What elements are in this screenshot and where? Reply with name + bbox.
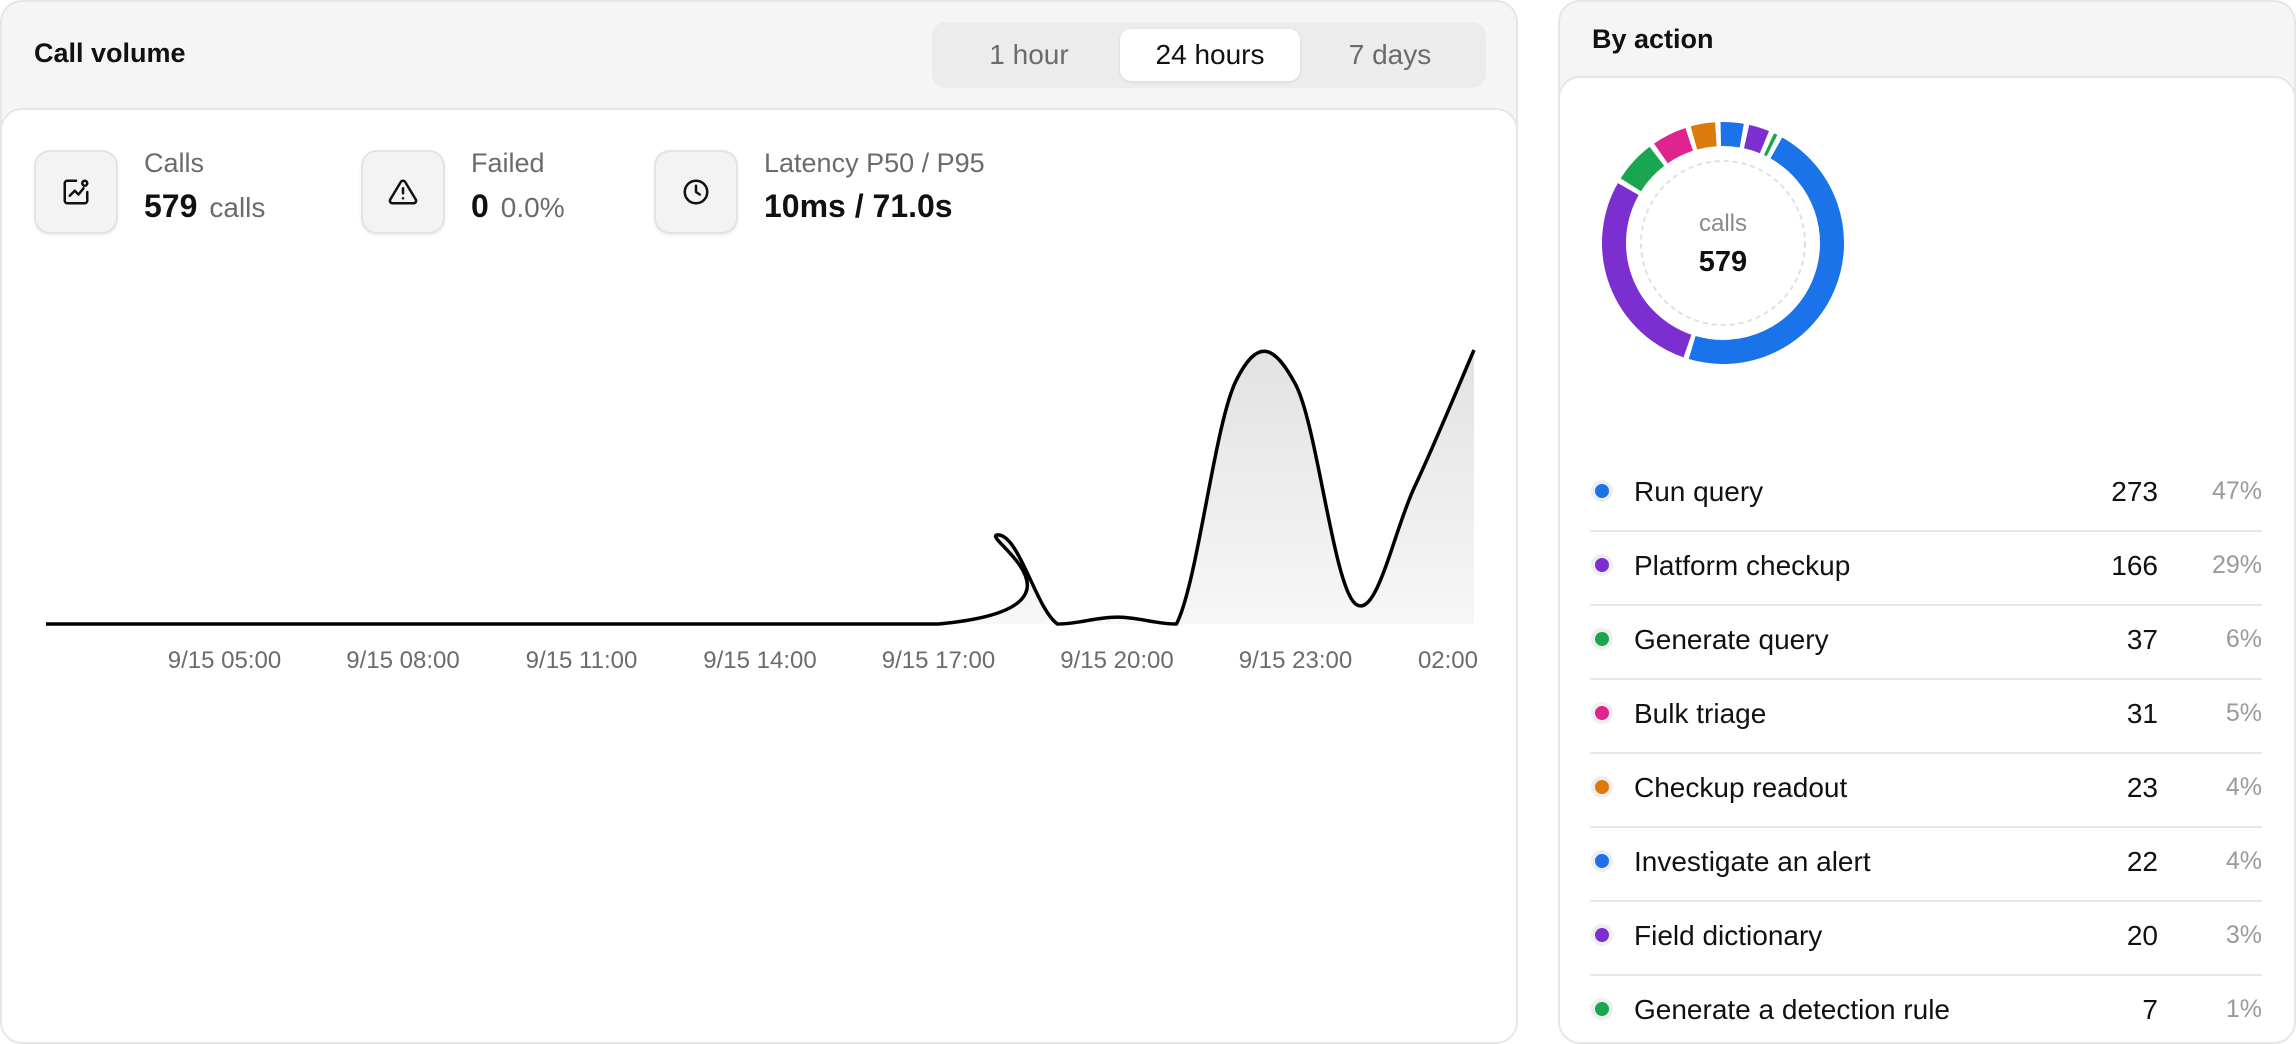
- x-tick-label: 02:00: [1418, 647, 1478, 674]
- by-action-header: By action: [1560, 2, 2294, 76]
- legend-color-dot: [1591, 628, 1613, 650]
- x-tick-label: 9/15 05:00: [168, 647, 281, 674]
- legend-item-label: Run query: [1634, 476, 1764, 507]
- legend-item-percent: 4%: [2225, 847, 2262, 875]
- calls-area-fill: [46, 350, 1474, 624]
- range-7-days-button[interactable]: 7 days: [1300, 29, 1480, 81]
- legend-color-dot: [1591, 480, 1613, 502]
- legend-item[interactable]: Generate query 37 6%: [1590, 606, 2262, 680]
- x-tick-label: 9/15 14:00: [703, 647, 816, 674]
- legend-item-label: Field dictionary: [1634, 920, 1823, 951]
- legend-item-percent: 6%: [2225, 625, 2262, 653]
- call-volume-chart: 9/15 05:00 9/15 08:00 9/15 11:00 9/15 14:00…: [45, 349, 1478, 674]
- legend-item[interactable]: Platform checkup 166 29%: [1590, 532, 2262, 606]
- range-24-hours-button[interactable]: 24 hours: [1120, 29, 1300, 81]
- donut-slice[interactable]: [1743, 124, 1770, 154]
- action-legend: Run query 273 47% Platform checkup 166 29% Gen…: [1590, 458, 2262, 1042]
- legend-item-label: Generate a detection rule: [1634, 994, 1950, 1025]
- call-volume-body: Calls 579 calls Failed 0 0.0% Latency P5…: [2, 108, 1516, 1042]
- action-donut-chart: calls 579: [1598, 118, 1848, 368]
- legend-item-count: 7: [2142, 994, 2158, 1025]
- donut-center-label: calls: [1698, 210, 1747, 237]
- legend-color-dot: [1591, 924, 1613, 946]
- legend-item-count: 166: [2111, 550, 2158, 581]
- by-action-panel: By action calls 579 Run query 273 47% Platf…: [1558, 0, 2296, 1044]
- legend-item[interactable]: Investigate an alert 22 4%: [1590, 828, 2262, 902]
- x-tick-label: 9/15 20:00: [1060, 647, 1173, 674]
- legend-item-label: Platform checkup: [1634, 550, 1851, 581]
- legend-item[interactable]: Checkup readout 23 4%: [1590, 754, 2262, 828]
- donut-slice[interactable]: [1654, 127, 1694, 164]
- donut-slice[interactable]: [1763, 133, 1778, 157]
- legend-item[interactable]: Bulk triage 31 5%: [1590, 680, 2262, 754]
- legend-item-percent: 4%: [2225, 773, 2262, 801]
- legend-item-label: Investigate an alert: [1634, 846, 1871, 877]
- donut-inner-ring: [1640, 160, 1806, 326]
- by-action-body: calls 579 Run query 273 47% Platform checku…: [1560, 76, 2294, 1042]
- legend-item-count: 37: [2126, 624, 2158, 655]
- legend-item-count: 273: [2111, 476, 2158, 507]
- range-1-hour-button[interactable]: 1 hour: [938, 29, 1120, 81]
- by-action-title: By action: [1592, 24, 1714, 54]
- legend-color-dot: [1591, 776, 1613, 798]
- legend-color-dot: [1591, 998, 1613, 1020]
- legend-item-percent: 29%: [2211, 551, 2262, 579]
- legend-item[interactable]: Field dictionary 20 3%: [1590, 902, 2262, 976]
- legend-item-percent: 1%: [2225, 995, 2262, 1023]
- donut-slice[interactable]: [1690, 122, 1717, 150]
- x-tick-label: 9/15 11:00: [526, 647, 638, 674]
- legend-color-dot: [1591, 702, 1613, 724]
- legend-item-count: 23: [2126, 772, 2158, 803]
- legend-item-percent: 47%: [2211, 477, 2262, 505]
- legend-color-dot: [1591, 554, 1613, 576]
- legend-item-percent: 3%: [2225, 921, 2262, 949]
- legend-item-percent: 5%: [2225, 699, 2262, 727]
- legend-item-label: Bulk triage: [1634, 698, 1767, 729]
- legend-item-count: 31: [2126, 698, 2158, 729]
- call-volume-title: Call volume: [34, 38, 186, 68]
- x-tick-label: 9/15 17:00: [882, 647, 995, 674]
- donut-slice[interactable]: [1620, 146, 1665, 192]
- legend-item-count: 20: [2126, 920, 2158, 951]
- legend-item[interactable]: Run query 273 47%: [1590, 458, 2262, 532]
- call-volume-panel: Call volume 1 hour 24 hours 7 days Calls…: [0, 0, 1518, 1044]
- donut-slice[interactable]: [1720, 122, 1744, 148]
- legend-item[interactable]: Generate a detection rule 7 1%: [1590, 976, 2262, 1042]
- time-range-selector: 1 hour 24 hours 7 days: [932, 22, 1486, 88]
- x-tick-label: 9/15 08:00: [346, 647, 459, 674]
- call-volume-header: Call volume 1 hour 24 hours 7 days: [2, 2, 1516, 108]
- x-tick-label: 9/15 23:00: [1239, 647, 1352, 674]
- legend-item-label: Generate query: [1634, 624, 1829, 655]
- legend-item-count: 22: [2126, 846, 2158, 877]
- donut-center-value: 579: [1698, 246, 1748, 278]
- legend-color-dot: [1591, 850, 1613, 872]
- legend-item-label: Checkup readout: [1634, 772, 1848, 803]
